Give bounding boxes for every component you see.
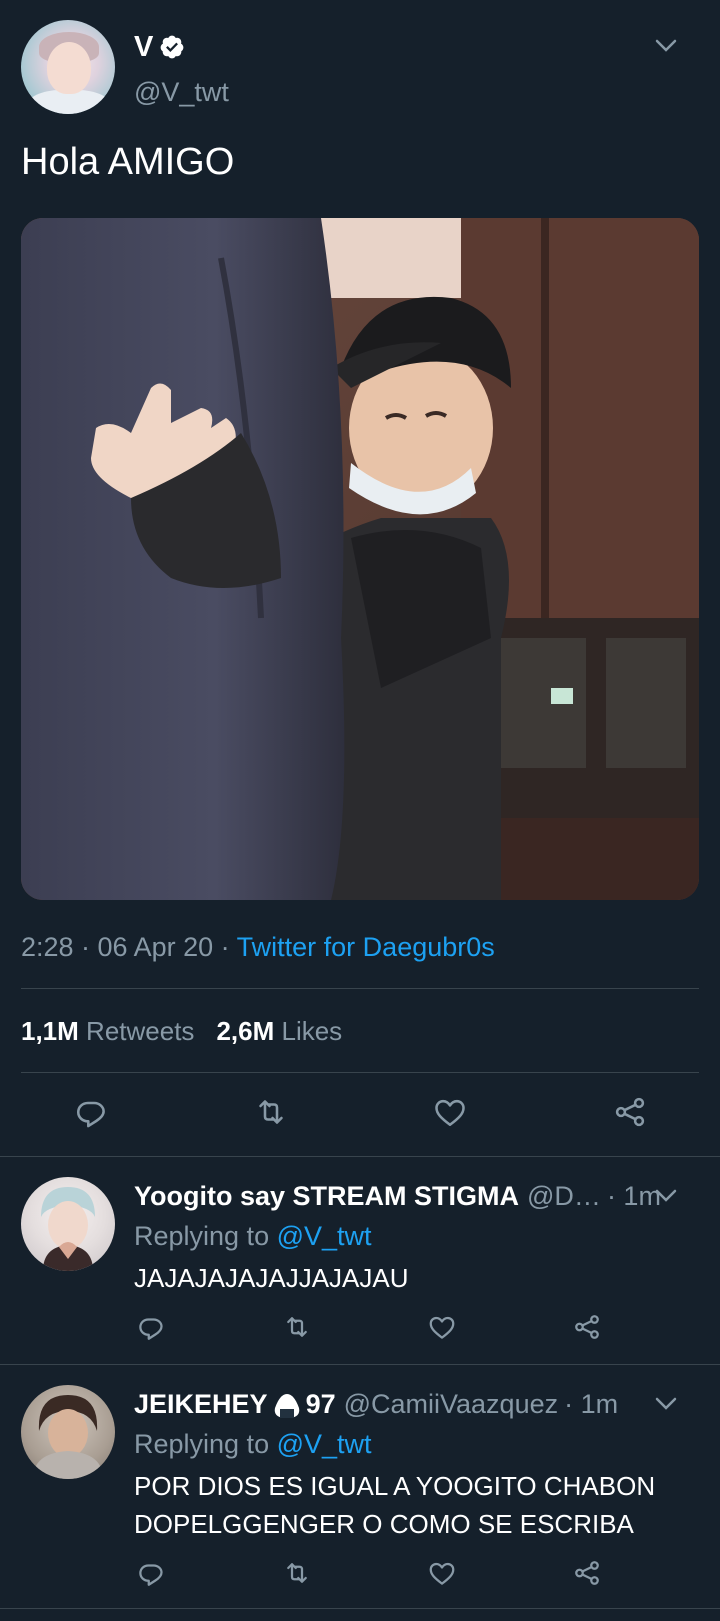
- replying-mention[interactable]: @V_twt: [277, 1429, 372, 1459]
- share-icon[interactable]: [572, 1558, 602, 1588]
- like-icon[interactable]: [427, 1558, 457, 1588]
- retweets-label: Retweets: [86, 1016, 195, 1046]
- tweet-photo[interactable]: [21, 218, 699, 900]
- likes-stat[interactable]: 2,6M Likes: [216, 1016, 342, 1047]
- retweet-icon[interactable]: [253, 1094, 289, 1130]
- reply-avatar[interactable]: [21, 1177, 115, 1271]
- reply-author-name[interactable]: JEIKEHEY 97: [134, 1389, 336, 1420]
- like-icon[interactable]: [432, 1094, 468, 1130]
- chevron-down-icon[interactable]: [655, 1189, 677, 1203]
- likes-label: Likes: [281, 1016, 343, 1046]
- divider: [21, 1072, 699, 1073]
- divider: [0, 1608, 720, 1609]
- replying-label: Replying to: [134, 1221, 277, 1251]
- reply-author-name[interactable]: Yoogito say STREAM STIGMA: [134, 1181, 519, 1212]
- replying-to: Replying to @V_twt: [134, 1221, 372, 1252]
- reply-author-handle[interactable]: @D…: [527, 1181, 601, 1212]
- reply-author-handle[interactable]: @CamiiVaazquez: [344, 1389, 559, 1420]
- tweet-meta: 2:28 · 06 Apr 20 · Twitter for Daegubr0s: [21, 932, 495, 963]
- reply-icon[interactable]: [136, 1312, 166, 1342]
- retweets-count: 1,1M: [21, 1016, 79, 1046]
- replying-label: Replying to: [134, 1429, 277, 1459]
- reply-avatar[interactable]: [21, 1385, 115, 1479]
- like-icon[interactable]: [427, 1312, 457, 1342]
- reply-header: Yoogito say STREAM STIGMA @D… · 1m: [134, 1181, 674, 1212]
- tweet-stats: 1,1M Retweets 2,6M Likes: [21, 1016, 342, 1047]
- retweet-icon[interactable]: [282, 1558, 312, 1588]
- reply-icon[interactable]: [73, 1094, 109, 1130]
- verified-icon: [159, 34, 185, 60]
- retweet-icon[interactable]: [282, 1312, 312, 1342]
- avatar-face: [47, 42, 91, 94]
- reply-author-name-text: JEIKEHEY: [134, 1389, 268, 1419]
- reply-icon[interactable]: [136, 1558, 166, 1588]
- reply-avatar-illustration: [41, 1187, 95, 1271]
- reply-text-line: POR DIOS ES IGUAL A YOOGITO CHABON: [134, 1471, 656, 1501]
- reply-timestamp: · 1m: [606, 1181, 661, 1211]
- tweet-text: Hola AMIGO: [21, 141, 235, 183]
- tweet-detail-page: V @V_twt Hola AMIGO 2:28 · 06 Apr 20 · T…: [0, 0, 720, 1621]
- photo-illustration: [21, 218, 699, 900]
- author-name-text: V: [134, 31, 154, 63]
- likes-count: 2,6M: [216, 1016, 275, 1046]
- reply-tweet[interactable]: JEIKEHEY 97 @CamiiVaazquez · 1m Replying …: [0, 1365, 720, 1605]
- retweets-stat[interactable]: 1,1M Retweets: [21, 1016, 194, 1047]
- chevron-down-icon[interactable]: [655, 1397, 677, 1411]
- reply-text: JAJAJAJAJAJJAJAJAU: [134, 1263, 409, 1293]
- reply-author-name-suffix: 97: [305, 1389, 336, 1419]
- tweet-action-bar: [0, 1094, 720, 1144]
- reply-tweet[interactable]: Yoogito say STREAM STIGMA @D… · 1m Reply…: [0, 1157, 720, 1363]
- tweet-source-link[interactable]: Twitter for Daegubr0s: [237, 932, 495, 962]
- author-handle[interactable]: @V_twt: [134, 77, 229, 108]
- divider: [21, 988, 699, 989]
- reply-text: POR DIOS ES IGUAL A YOOGITO CHABON DOPEL…: [134, 1467, 694, 1543]
- share-icon[interactable]: [572, 1312, 602, 1342]
- onigiri-emoji: [272, 1392, 302, 1420]
- reply-avatar-illustration: [33, 1395, 103, 1479]
- replying-to: Replying to @V_twt: [134, 1429, 372, 1460]
- chevron-down-icon[interactable]: [655, 39, 677, 53]
- tweet-timestamp: 2:28 · 06 Apr 20 ·: [21, 932, 237, 962]
- reply-header: JEIKEHEY 97 @CamiiVaazquez · 1m: [134, 1389, 674, 1420]
- reply-timestamp: · 1m: [564, 1389, 619, 1419]
- reply-text-line: DOPELGGENGER O COMO SE ESCRIBA: [134, 1509, 634, 1539]
- replying-mention[interactable]: @V_twt: [277, 1221, 372, 1251]
- author-display-name[interactable]: V: [134, 32, 185, 62]
- share-icon[interactable]: [612, 1094, 648, 1130]
- author-avatar[interactable]: [21, 20, 115, 114]
